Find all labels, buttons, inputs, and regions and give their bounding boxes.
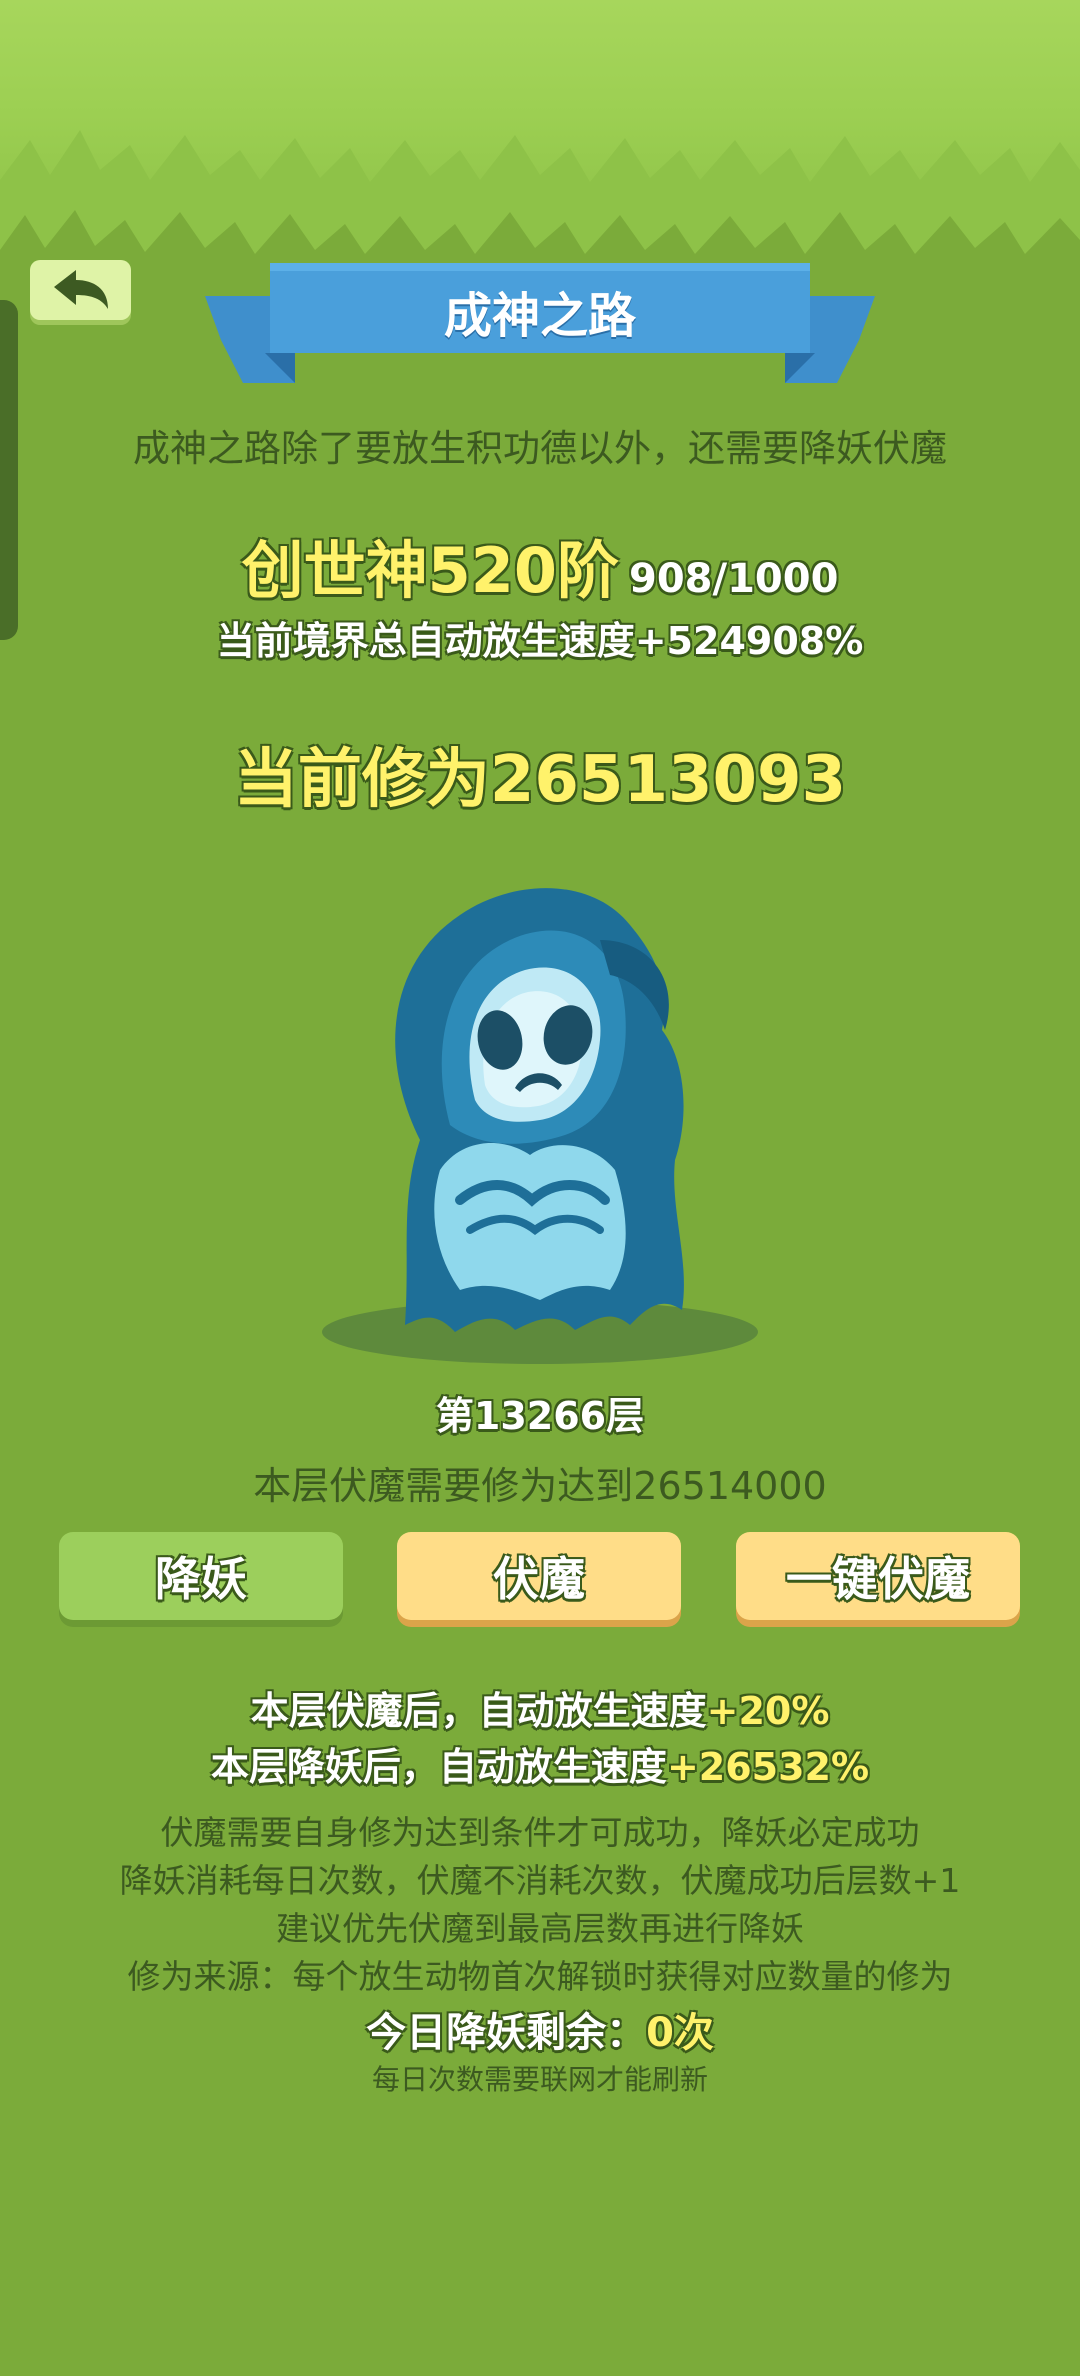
back-arrow-icon: [53, 270, 108, 309]
daily-remaining-label: 今日降妖剩余：: [366, 2010, 647, 2056]
floor-label: 第13266层: [435, 1394, 645, 1438]
one-click-conquer-button[interactable]: 一键伏魔: [736, 1532, 1020, 1620]
floor-requirement: 本层伏魔需要修为达到26514000: [253, 1464, 827, 1508]
realm-name: 创世神520阶: [241, 534, 619, 607]
page-title: 成神之路: [443, 288, 636, 344]
conquer-bonus: 本层伏魔后，自动放生速度+20%: [0, 1680, 1080, 1735]
current-cultivation: 当前修为26513093: [233, 743, 847, 817]
intro-text: 成神之路除了要放生积功德以外，还需要降妖伏魔: [133, 427, 947, 470]
daily-remaining: 今日降妖剩余：0次: [0, 2000, 1080, 2058]
conquer-button[interactable]: 伏魔: [397, 1532, 681, 1620]
rule-note: 伏魔需要自身修为达到条件才可成功，降妖必定成功: [160, 1813, 920, 1852]
realm-line: 创世神520阶 908/1000: [0, 520, 1080, 610]
back-button[interactable]: [30, 260, 131, 320]
subdue-bonus: 本层降妖后，自动放生速度+26532%: [0, 1736, 1080, 1791]
realm-speed: 当前境界总自动放生速度+524908%: [216, 619, 864, 663]
daily-remaining-value: 0次: [646, 2010, 714, 2056]
refresh-note: 每日次数需要联网才能刷新: [371, 2063, 708, 2096]
realm-progress: 908/1000: [628, 556, 839, 602]
subdue-bonus-label: 本层降妖后，自动放生速度: [210, 1745, 667, 1789]
rule-note: 修为来源：每个放生动物首次解锁时获得对应数量的修为: [127, 1957, 953, 1996]
rule-note: 建议优先伏魔到最高层数再进行降妖: [276, 1909, 804, 1948]
ghost-monster: [322, 888, 758, 1364]
subdue-button[interactable]: 降妖: [59, 1532, 343, 1620]
subdue-bonus-value: +26532%: [666, 1745, 870, 1789]
conquer-bonus-label: 本层伏魔后，自动放生速度: [250, 1689, 707, 1733]
rule-note: 降妖消耗每日次数，伏魔不消耗次数，伏魔成功后层数+1: [119, 1861, 961, 1900]
conquer-bonus-value: +20%: [706, 1689, 830, 1733]
